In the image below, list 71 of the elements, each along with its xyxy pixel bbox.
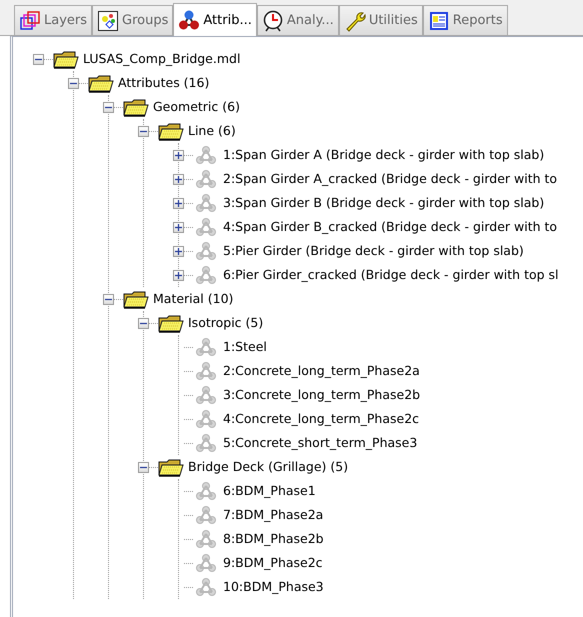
molecule-icon <box>193 433 219 453</box>
collapse-icon[interactable] <box>103 102 114 112</box>
expand-icon[interactable] <box>173 270 184 280</box>
tree-item[interactable]: 4:Concrete_long_term_Phase2c <box>223 411 420 427</box>
molecule-icon <box>193 265 219 285</box>
tree-item[interactable]: 9:BDM_Phase2c <box>223 555 323 571</box>
molecule-icon <box>193 337 219 357</box>
tab[interactable]: Layers <box>14 5 92 35</box>
collapse-icon[interactable] <box>33 54 44 64</box>
tree-item[interactable]: Geometric (6) <box>153 99 240 115</box>
tree-item[interactable]: 6:BDM_Phase1 <box>223 483 316 499</box>
molecule-icon <box>193 217 219 237</box>
collapse-icon[interactable] <box>68 78 79 88</box>
folder-icon <box>158 313 184 333</box>
tab[interactable]: Groups <box>92 5 174 35</box>
tab[interactable]: Attrib... <box>173 3 257 36</box>
molecule-icon <box>193 361 219 381</box>
folder-icon <box>158 121 184 141</box>
folder-icon <box>123 289 149 309</box>
folder-icon <box>53 49 79 69</box>
tab[interactable]: Utilities <box>338 5 423 35</box>
clock-icon <box>262 10 284 32</box>
molecule-icon <box>193 241 219 261</box>
tree-item[interactable]: 10:BDM_Phase3 <box>223 579 324 595</box>
tree-item[interactable]: 2:Span Girder A_cracked (Bridge deck - girder with to <box>223 171 558 187</box>
tree-item[interactable]: LUSAS_Comp_Bridge.mdl <box>83 51 240 67</box>
molecule-icon <box>193 385 219 405</box>
expand-icon[interactable] <box>173 246 184 256</box>
layers-icon <box>19 10 41 32</box>
molecule-icon <box>193 145 219 165</box>
tree-item[interactable]: Material (10) <box>153 291 234 307</box>
folder-icon <box>88 73 114 93</box>
molecule-icon <box>193 169 219 189</box>
tree-item[interactable]: 8:BDM_Phase2b <box>223 531 324 547</box>
folder-icon <box>123 97 149 117</box>
molecule-icon <box>193 193 219 213</box>
tree-item[interactable]: Attributes (16) <box>118 75 210 91</box>
molecule-icon <box>193 577 219 597</box>
tree-item[interactable]: 5:Concrete_short_term_Phase3 <box>223 435 418 451</box>
molecule-icon <box>193 505 219 525</box>
tree-item[interactable]: 4:Span Girder B_cracked (Bridge deck - girder with to <box>223 219 558 235</box>
expand-icon[interactable] <box>173 174 184 184</box>
tree-item[interactable]: 1:Steel <box>223 339 267 355</box>
expand-icon[interactable] <box>173 222 184 232</box>
report-icon <box>428 10 450 32</box>
expand-icon[interactable] <box>173 198 184 208</box>
tree-item[interactable]: 3:Span Girder B (Bridge deck - girder with top slab) <box>223 195 544 211</box>
tree-item[interactable]: Isotropic (5) <box>188 315 264 331</box>
molecule-icon <box>193 481 219 501</box>
groups-icon <box>97 10 120 32</box>
tree-item[interactable]: 1:Span Girder A (Bridge deck - girder with top slab) <box>223 147 544 163</box>
tree-item[interactable]: 3:Concrete_long_term_Phase2b <box>223 387 420 403</box>
tree-item[interactable]: 5:Pier Girder (Bridge deck - girder with top slab) <box>223 243 524 259</box>
tree-item[interactable]: 6:Pier Girder_cracked (Bridge deck - girder with top sl <box>223 267 559 283</box>
molecule-icon <box>193 529 219 549</box>
tab[interactable]: Analy... <box>256 5 339 35</box>
collapse-icon[interactable] <box>138 126 149 136</box>
collapse-icon[interactable] <box>138 318 149 328</box>
tree-item[interactable]: Bridge Deck (Grillage) (5) <box>188 459 348 475</box>
tree-item[interactable]: 2:Concrete_long_term_Phase2a <box>223 363 420 379</box>
collapse-icon[interactable] <box>138 462 149 472</box>
molecule-icon <box>178 9 200 31</box>
molecule-icon <box>193 409 219 429</box>
tree-item[interactable]: Line (6) <box>188 123 236 139</box>
wrench-icon <box>344 10 366 32</box>
tree-item[interactable]: 7:BDM_Phase2a <box>223 507 324 523</box>
expand-icon[interactable] <box>173 150 184 160</box>
collapse-icon[interactable] <box>103 294 114 304</box>
molecule-icon <box>193 553 219 573</box>
tab[interactable]: Reports <box>422 5 508 35</box>
folder-icon <box>158 457 184 477</box>
